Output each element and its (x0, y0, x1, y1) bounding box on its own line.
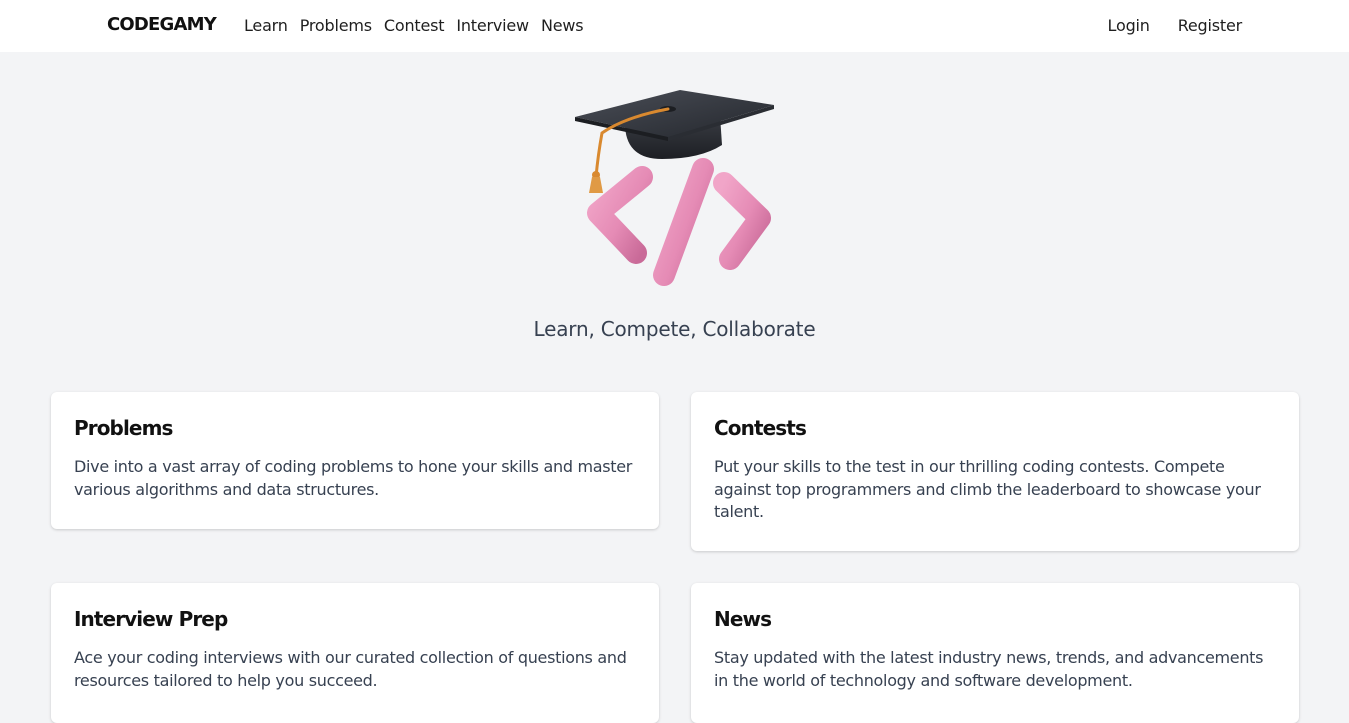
card-description: Stay updated with the latest industry ne… (714, 648, 1264, 690)
hero-tagline: Learn, Compete, Collaborate (533, 317, 816, 341)
card-title: Problems (74, 416, 173, 440)
auth-nav: Login Register (1108, 16, 1243, 35)
feature-card-interview-prep[interactable]: Interview Prep Ace your coding interview… (51, 583, 659, 723)
card-title: Interview Prep (74, 607, 228, 631)
login-link[interactable]: Login (1108, 16, 1150, 35)
card-title: Contests (714, 416, 807, 440)
card-description: Ace your coding interviews with our cura… (74, 648, 627, 690)
nav-link-contest[interactable]: Contest (384, 16, 445, 35)
top-navbar: CODEGAMY Learn Problems Contest Intervie… (0, 0, 1349, 52)
nav-link-problems[interactable]: Problems (300, 16, 372, 35)
brand-logo[interactable]: CODEGAMY (107, 14, 217, 35)
feature-card-problems[interactable]: Problems Dive into a vast array of codin… (51, 392, 659, 529)
register-link[interactable]: Register (1178, 16, 1242, 35)
feature-card-contests[interactable]: Contests Put your skills to the test in … (691, 392, 1299, 551)
card-title: News (714, 607, 772, 631)
nav-link-news[interactable]: News (541, 16, 584, 35)
nav-link-learn[interactable]: Learn (244, 16, 288, 35)
main-nav: Learn Problems Contest Interview News (244, 16, 584, 35)
card-description: Put your skills to the test in our thril… (714, 457, 1261, 521)
card-description: Dive into a vast array of coding problem… (74, 457, 633, 499)
nav-link-interview[interactable]: Interview (456, 16, 529, 35)
feature-card-news[interactable]: News Stay updated with the latest indust… (691, 583, 1299, 723)
graduation-cap-code-icon (570, 85, 780, 290)
